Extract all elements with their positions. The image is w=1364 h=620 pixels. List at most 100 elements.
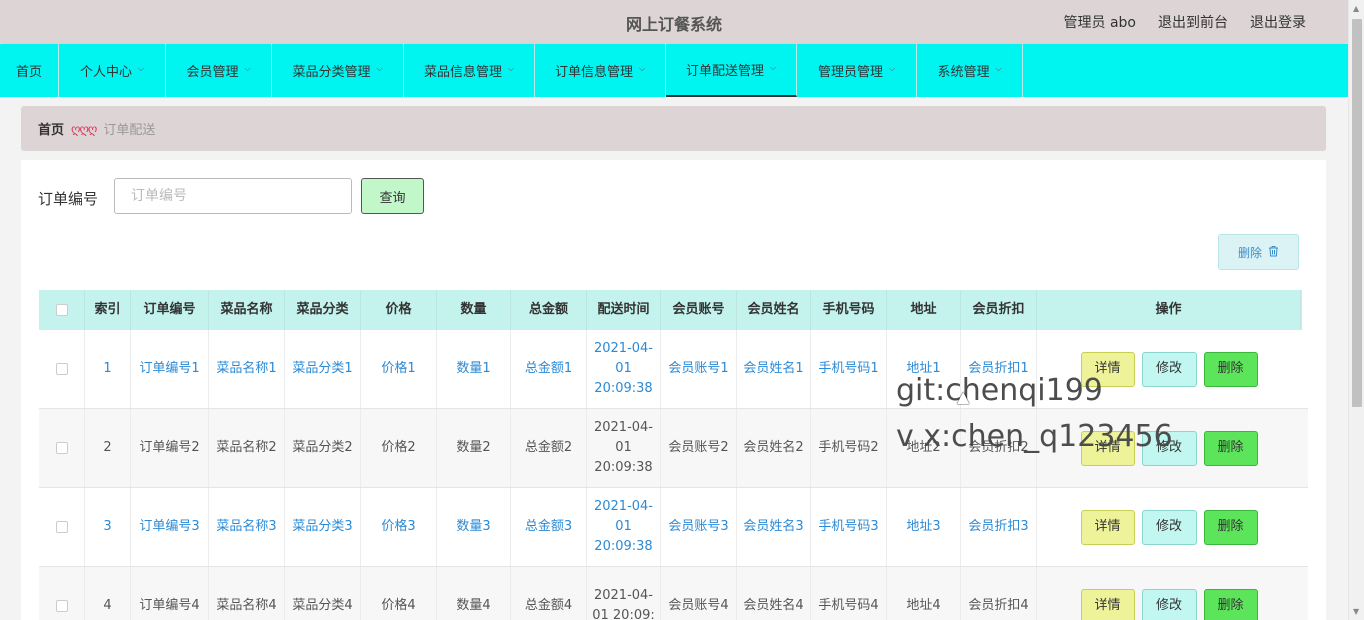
column-header: 数量 <box>437 290 511 330</box>
table-cell: 2021-04-01 20:09:38 <box>587 330 661 408</box>
nav-item-label: 菜品分类管理 <box>292 65 371 80</box>
detail-button[interactable]: 详情 <box>1080 351 1135 387</box>
nav-item-label: 会员管理 <box>186 65 239 80</box>
admin-user-label[interactable]: 管理员 abo <box>1064 12 1136 32</box>
column-header: 地址 <box>887 290 961 330</box>
top-header: 网上订餐系统 管理员 abo 退出到前台 退出登录 <box>0 0 1348 43</box>
nav-item-3[interactable]: 菜品信息管理 ⌵ <box>404 44 536 97</box>
nav-item-6[interactable]: 管理员管理 ⌵ <box>797 44 918 97</box>
chevron-down-icon: ⌵ <box>638 63 646 73</box>
row-checkbox[interactable] <box>55 521 68 533</box>
vertical-scrollbar[interactable]: ▲ ▼ <box>1348 0 1364 620</box>
table-cell: 菜品名称3 <box>209 488 285 566</box>
nav-item-label: 订单信息管理 <box>554 65 633 80</box>
breadcrumb-home[interactable]: 首页 <box>38 119 64 138</box>
table-body: 1 订单编号1 菜品名称1 菜品分类1 价格1 数量1 总金额1 2021-04-01 20:… <box>39 330 1308 620</box>
scroll-thumb[interactable] <box>1352 19 1362 407</box>
table-row[interactable]: 3 订单编号3 菜品名称3 菜品分类3 价格3 数量3 总金额3 2021-04-01 20:… <box>39 488 1308 567</box>
table-cell: 总金额1 <box>511 330 587 408</box>
batch-delete-button[interactable]: 删除 <box>1218 234 1299 270</box>
table-cell: 订单编号1 <box>131 330 209 408</box>
table-row[interactable]: 2 订单编号2 菜品名称2 菜品分类2 价格2 数量2 总金额2 2021-04-01 20:… <box>39 409 1308 488</box>
table-cell: 总金额2 <box>511 409 587 487</box>
chevron-down-icon: ⌵ <box>507 63 515 73</box>
nav-item-label: 菜品信息管理 <box>423 65 502 80</box>
nav-item-0[interactable]: 个人中心 ⌵ <box>59 44 167 97</box>
column-header: 价格 <box>361 290 437 330</box>
table-row[interactable]: 4 订单编号4 菜品名称4 菜品分类4 价格4 数量4 总金额4 2021-04-01 20:… <box>39 567 1308 620</box>
row-checkbox[interactable] <box>55 363 68 375</box>
column-header: 配送时间 <box>587 290 661 330</box>
detail-button[interactable]: 详情 <box>1080 588 1135 620</box>
edit-button[interactable]: 修改 <box>1141 430 1197 466</box>
chevron-down-icon: ⌵ <box>888 63 896 73</box>
table-cell: 价格2 <box>361 409 437 487</box>
actions-cell: 详情 修改 删除 <box>1037 409 1301 487</box>
search-label: 订单编号 <box>38 190 99 208</box>
exit-to-front-link[interactable]: 退出到前台 <box>1158 12 1228 32</box>
table-cell: 2 <box>85 409 131 487</box>
chevron-down-icon: ⌵ <box>376 63 383 73</box>
column-header: 总金额 <box>511 290 587 330</box>
table-cell: 会员折扣3 <box>961 488 1037 566</box>
column-header: 会员账号 <box>661 290 737 330</box>
nav-item-2[interactable]: 菜品分类管理 ⌵ <box>272 44 405 97</box>
table-cell: 会员姓名3 <box>737 488 811 566</box>
table-header-row: 索引 订单编号 菜品名称 菜品分类 价格 数量 总金额 配送时间 会员账号 会员姓名 手机号码 地址会… <box>39 290 1302 330</box>
chevron-down-icon: ⌵ <box>244 63 251 73</box>
column-header: 菜品分类 <box>285 290 361 330</box>
delete-button[interactable]: 删除 <box>1203 509 1258 545</box>
table-row[interactable]: 1 订单编号1 菜品名称1 菜品分类1 价格1 数量1 总金额1 2021-04-01 20:… <box>39 330 1308 409</box>
delivery-table: 索引 订单编号 菜品名称 菜品分类 价格 数量 总金额 配送时间 会员账号 会员姓名 手机号码 地址会… <box>39 290 1308 620</box>
table-cell: 1 <box>85 330 131 408</box>
content-panel: 订单编号 查询 删除 索引订单编号菜品名称菜品分类价格数量总金额配送时间会员账号… <box>21 160 1326 620</box>
table-cell: 菜品分类1 <box>285 330 361 408</box>
nav-item-4[interactable]: 订单信息管理 ⌵ <box>535 44 667 97</box>
query-button[interactable]: 查询 <box>361 178 424 214</box>
nav-item-label: 订单配送管理 <box>685 64 764 79</box>
nav-item-label: 管理员管理 <box>817 65 883 80</box>
nav-item-1[interactable]: 会员管理 ⌵ <box>166 44 273 97</box>
table-cell: 会员折扣1 <box>961 330 1037 408</box>
row-checkbox[interactable] <box>55 442 68 454</box>
table-cell: 会员折扣4 <box>961 567 1037 620</box>
row-checkbox[interactable] <box>55 600 68 612</box>
nav-item-5[interactable]: 订单配送管理 ⌵ <box>666 44 798 97</box>
detail-button[interactable]: 详情 <box>1080 430 1135 466</box>
scroll-up-icon[interactable]: ▲ <box>1353 4 1359 13</box>
select-all-checkbox[interactable] <box>55 304 68 316</box>
table-cell: 菜品分类2 <box>285 409 361 487</box>
table-cell: 会员账号1 <box>661 330 737 408</box>
edit-button[interactable]: 修改 <box>1141 351 1197 387</box>
table-cell: 地址1 <box>887 330 961 408</box>
actions-cell: 详情 修改 删除 <box>1037 567 1301 620</box>
table-cell: 价格1 <box>361 330 437 408</box>
table-cell: 数量2 <box>437 409 511 487</box>
logout-link[interactable]: 退出登录 <box>1250 12 1306 32</box>
batch-delete-label: 删除 <box>1237 245 1262 260</box>
chevron-down-icon: ⌵ <box>995 63 1002 73</box>
nav-item-7[interactable]: 系统管理 ⌵ <box>917 44 1024 97</box>
column-header: 索引 <box>85 290 131 330</box>
edit-button[interactable]: 修改 <box>1141 509 1197 545</box>
table-cell: 总金额3 <box>511 488 587 566</box>
top-links: 管理员 abo 退出到前台 退出登录 <box>1064 12 1306 32</box>
order-number-search-input[interactable] <box>114 178 352 214</box>
table-cell: 地址3 <box>887 488 961 566</box>
delete-button[interactable]: 删除 <box>1203 351 1258 387</box>
table-cell: 数量3 <box>437 488 511 566</box>
trash-icon <box>1268 245 1279 260</box>
nav-item-label: 个人中心 <box>79 65 132 80</box>
table-cell: 会员账号3 <box>661 488 737 566</box>
table-cell: 手机号码1 <box>811 330 887 408</box>
edit-button[interactable]: 修改 <box>1141 588 1197 620</box>
delete-button[interactable]: 删除 <box>1203 430 1258 466</box>
table-cell: 地址2 <box>887 409 961 487</box>
row-checkbox-cell <box>39 330 85 408</box>
delete-button[interactable]: 删除 <box>1203 588 1258 620</box>
nav-home[interactable]: 首页 <box>0 44 60 97</box>
table-cell: 2021-04-01 20:09:38 <box>587 488 661 566</box>
detail-button[interactable]: 详情 <box>1080 509 1135 545</box>
table-cell: 会员折扣2 <box>961 409 1037 487</box>
scroll-down-icon[interactable]: ▼ <box>1353 607 1359 616</box>
